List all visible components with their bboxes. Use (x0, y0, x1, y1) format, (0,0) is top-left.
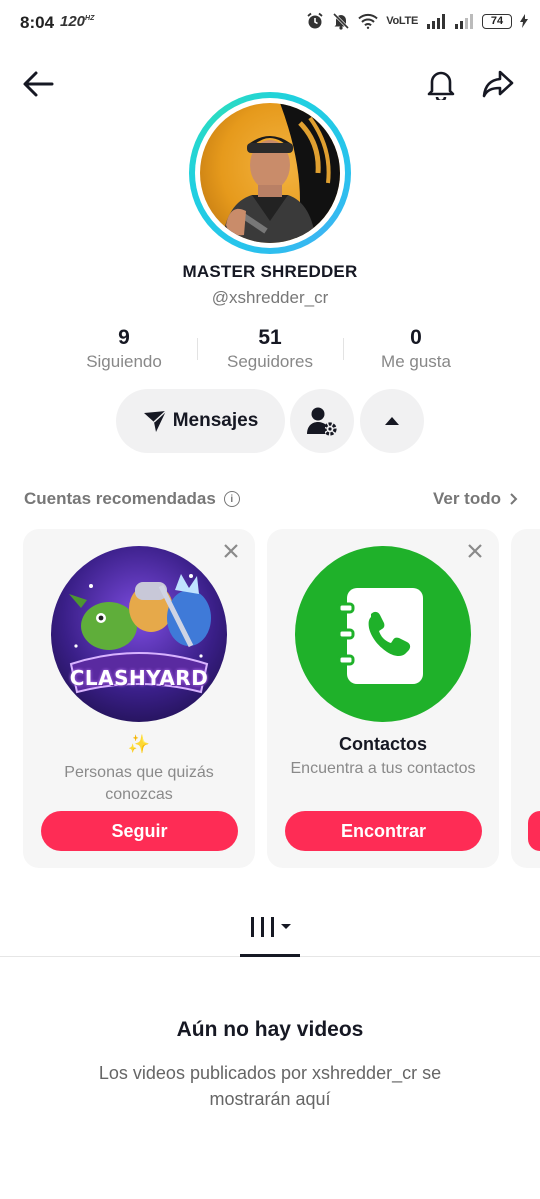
bell-icon (427, 71, 455, 100)
share-button[interactable] (476, 62, 520, 106)
stat-following-value: 9 (118, 326, 130, 349)
user-settings-button[interactable] (290, 389, 354, 453)
stat-likes-value: 0 (410, 326, 422, 349)
signal-icon (427, 13, 445, 29)
refresh-rate-unit: HZ (85, 15, 95, 22)
info-icon[interactable]: i (223, 491, 240, 507)
contacts-card[interactable]: Contactos Encuentra a tus contactos Enco… (267, 529, 499, 868)
see-all-label: Ver todo (432, 489, 501, 508)
find-contacts-button[interactable]: Encontrar (285, 811, 482, 851)
stat-followers[interactable]: 51 Seguidores (195, 326, 345, 372)
notifications-button[interactable] (419, 62, 463, 106)
card-subtitle: Encuentra a tus contactos (290, 760, 476, 777)
follow-button[interactable]: Seguir (41, 811, 238, 851)
refresh-rate-value: 120 (60, 13, 86, 30)
partial-card-button[interactable] (528, 811, 540, 851)
avatar-frame (195, 98, 345, 248)
content-tabs (0, 905, 540, 957)
recommended-card[interactable]: CLASHYARD ✨ Personas que quizás conozcas… (23, 529, 255, 868)
card-title: ✨ (127, 734, 151, 754)
charging-icon (520, 14, 528, 28)
tab-videos[interactable] (240, 905, 300, 957)
volte-label: VoLTE (386, 15, 418, 27)
stat-followers-value: 51 (258, 326, 282, 349)
empty-state-title: Aún no hay videos (176, 1018, 364, 1041)
contacts-avatar[interactable] (295, 546, 471, 722)
display-name: MASTER SHREDDER (182, 262, 358, 281)
battery-level: 74 (490, 15, 504, 27)
expand-button[interactable] (360, 389, 424, 453)
messages-button[interactable]: Mensajes (116, 389, 285, 453)
signal-icon-2 (455, 13, 473, 29)
arrow-left-icon (23, 71, 54, 97)
stat-likes-label: Me gusta (381, 352, 451, 371)
empty-state-subtitle: Los videos publicados por xshredder_cr s… (98, 1063, 442, 1109)
see-all-link[interactable]: Ver todo (433, 489, 518, 509)
close-icon[interactable] (465, 541, 485, 561)
recommended-card-partial[interactable] (511, 529, 540, 868)
status-time: 8:04 (20, 13, 55, 32)
profile-stats: 9 Siguiendo 51 Seguidores 0 Me gusta (0, 326, 540, 376)
recommended-title: Cuentas recomendadas i (24, 489, 240, 509)
refresh-rate: 120HZ (60, 13, 94, 30)
stat-following[interactable]: 9 Siguiendo (49, 326, 199, 372)
clashyard-avatar[interactable]: CLASHYARD (51, 546, 227, 722)
clashyard-art (69, 574, 211, 694)
caret-up-icon (385, 417, 399, 425)
videos-grid-icon (250, 913, 291, 941)
card-title: Contactos (338, 734, 427, 754)
clashyard-logo-text: CLASHYARD (69, 666, 209, 690)
battery-icon: 74 (482, 13, 512, 29)
user-settings-icon (307, 407, 337, 436)
recommended-title-text: Cuentas recomendadas (24, 489, 216, 508)
status-bar: 8:04 120HZ VoLTE 74 (0, 0, 540, 46)
card-subtitle: Personas que quizás conozcas (64, 764, 214, 803)
stat-followers-label: Seguidores (226, 352, 313, 371)
username: @xshredder_cr (211, 288, 329, 307)
stat-following-label: Siguiendo (86, 352, 162, 371)
back-button[interactable] (16, 62, 60, 106)
wifi-icon (358, 13, 378, 29)
profile-actions: Mensajes (0, 389, 540, 453)
messages-label: Mensajes (172, 410, 259, 431)
alarm-icon (307, 12, 323, 29)
send-icon (143, 410, 167, 432)
avatar-photo (200, 103, 340, 243)
share-icon (482, 70, 514, 98)
status-icons: VoLTE 74 (306, 12, 528, 30)
contacts-book-icon (337, 588, 423, 684)
profile-avatar[interactable] (189, 92, 351, 254)
chevron-right-icon (510, 493, 518, 505)
avatar-illustration (222, 103, 340, 243)
mute-icon (333, 12, 350, 30)
stat-likes[interactable]: 0 Me gusta (341, 326, 491, 372)
